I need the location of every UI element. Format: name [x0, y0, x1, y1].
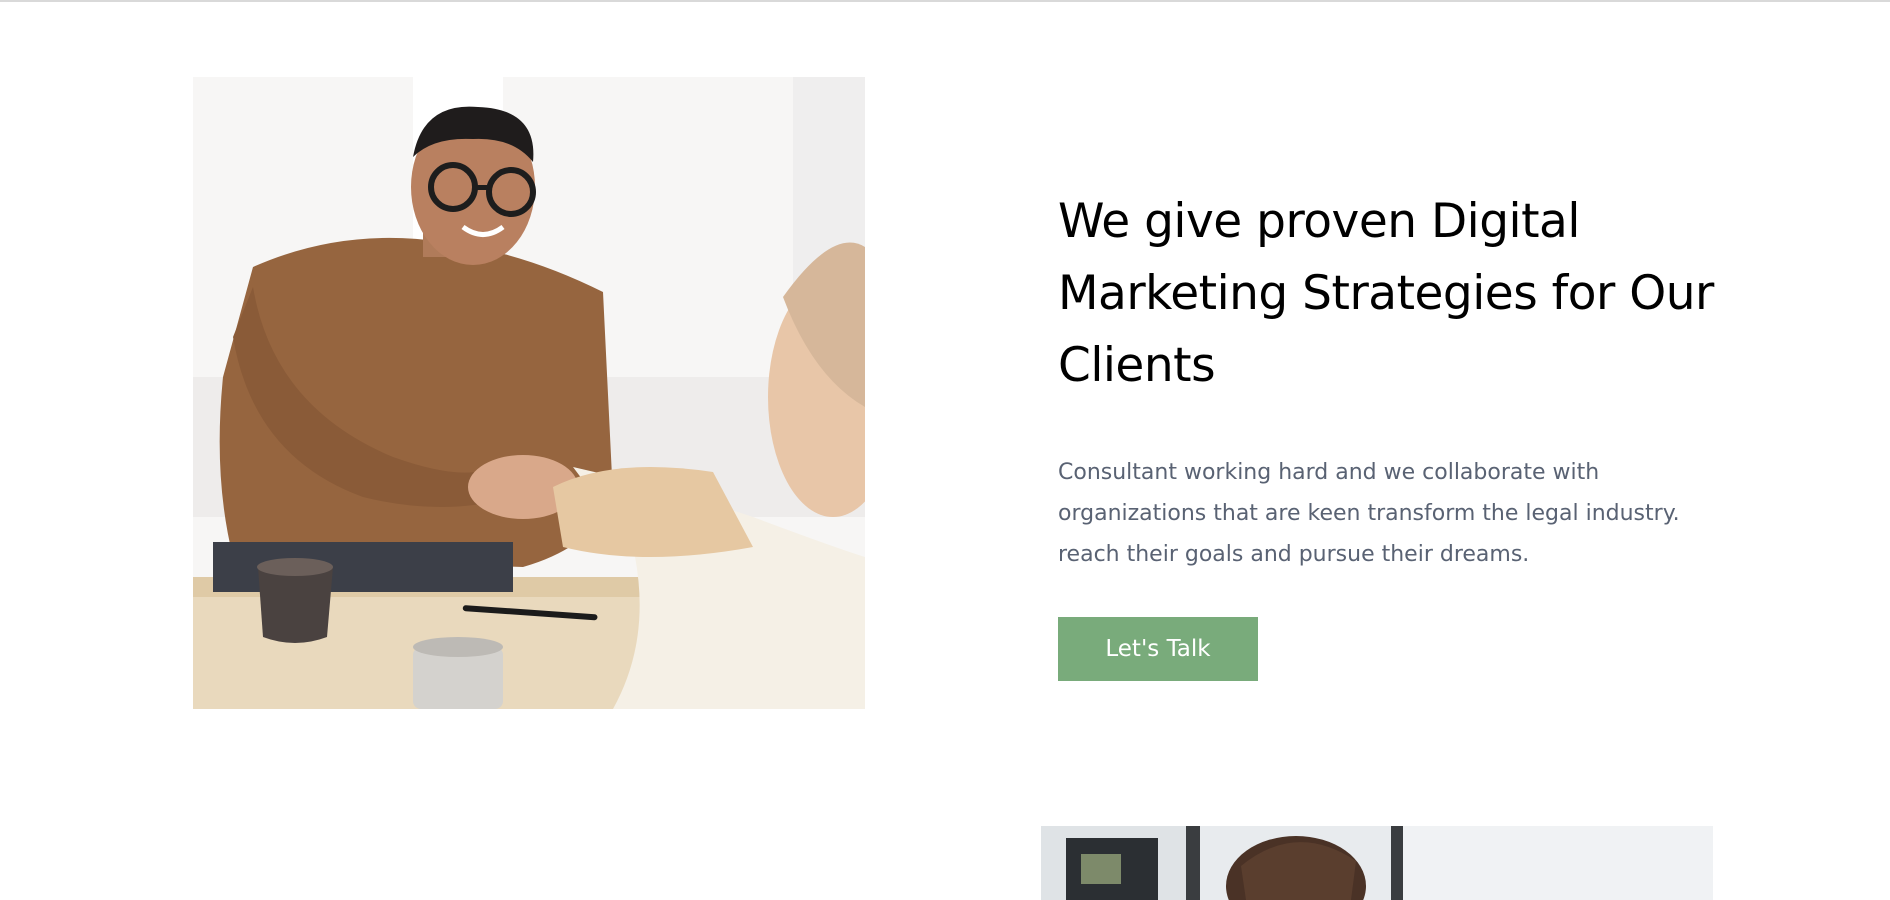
office-photo-illustration — [1041, 826, 1713, 900]
handshake-photo-illustration — [193, 77, 865, 709]
handshake-photo — [193, 77, 865, 709]
page: We give proven Digital Marketing Strateg… — [0, 0, 1890, 900]
lets-talk-button[interactable]: Let's Talk — [1058, 617, 1258, 681]
top-divider — [0, 0, 1890, 2]
office-photo — [1041, 826, 1713, 900]
hero-headline: We give proven Digital Marketing Strateg… — [1058, 194, 1714, 393]
hero-description: Consultant working hard and we collabora… — [1058, 460, 1680, 567]
hero-content: We give proven Digital Marketing Strateg… — [1058, 186, 1718, 681]
